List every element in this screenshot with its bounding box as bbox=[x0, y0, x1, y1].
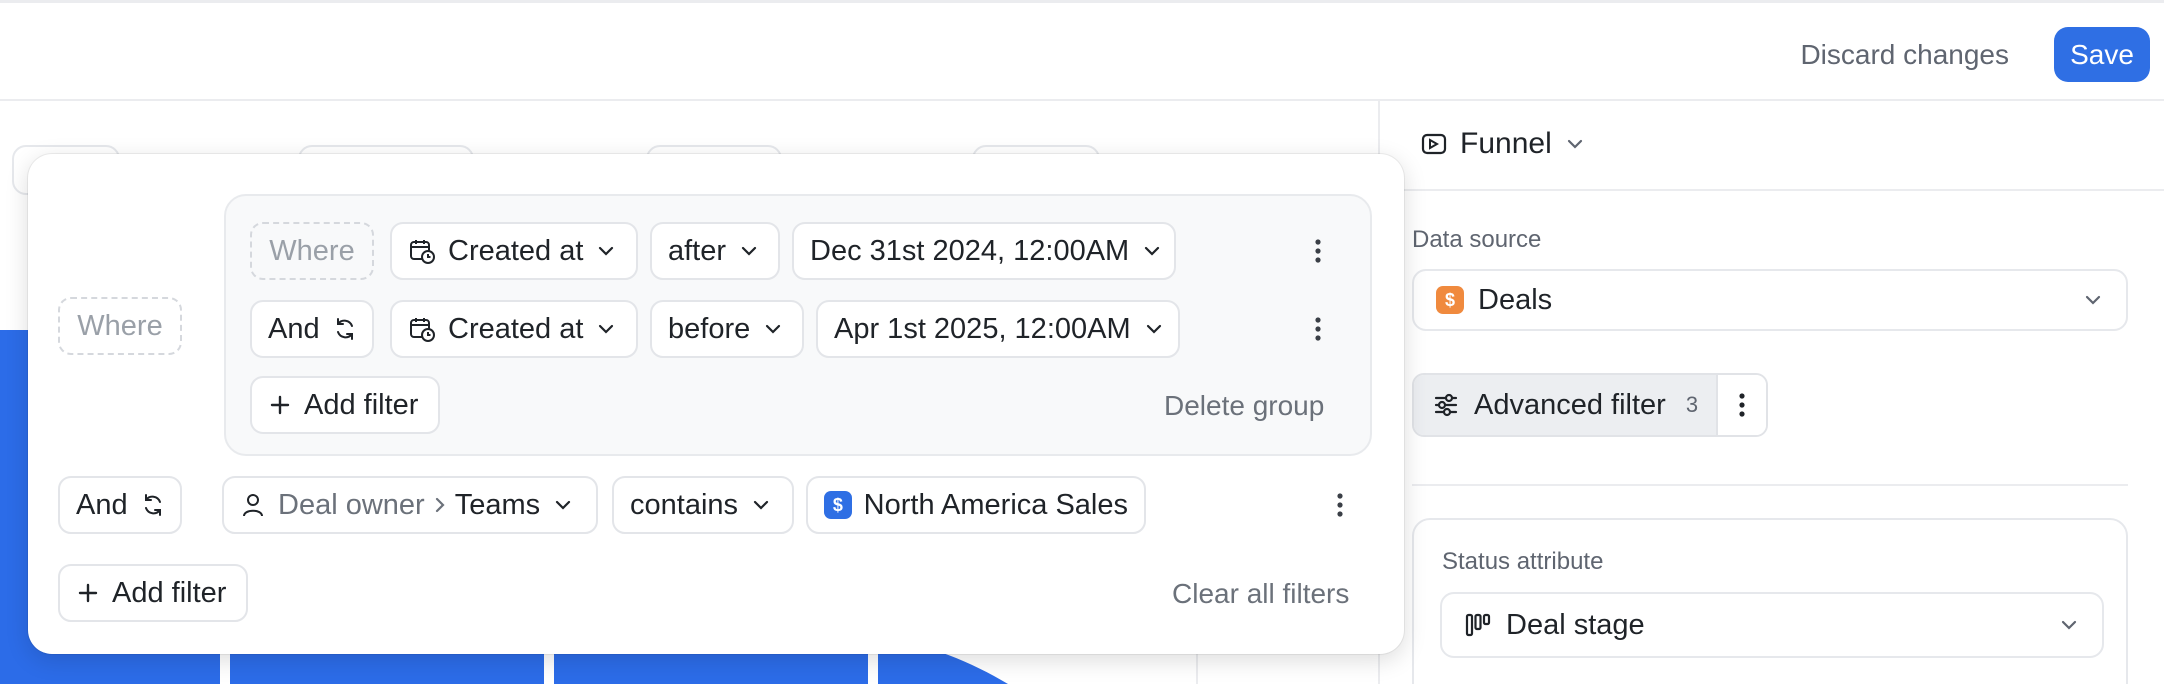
divider bbox=[1412, 484, 2128, 486]
operator-select-contains[interactable]: contains bbox=[612, 476, 794, 534]
filter-group: Where Created at after Dec 31st 2024, 12… bbox=[224, 194, 1372, 456]
view-type-selector[interactable]: Funnel bbox=[1420, 127, 1586, 161]
deals-icon: $ bbox=[1436, 286, 1464, 314]
date-value-select[interactable]: Dec 31st 2024, 12:00AM bbox=[792, 222, 1176, 280]
attribute-select-deal-owner-teams[interactable]: Deal owner Teams bbox=[222, 476, 598, 534]
operator-select-before[interactable]: before bbox=[650, 300, 804, 358]
chevron-right-icon bbox=[433, 494, 447, 516]
divider bbox=[1380, 189, 2164, 191]
view-type-label: Funnel bbox=[1460, 127, 1552, 160]
attribute-parent-label: Deal owner bbox=[278, 488, 425, 521]
chevron-down-icon bbox=[1143, 318, 1165, 340]
clear-all-filters-button[interactable]: Clear all filters bbox=[1172, 578, 1349, 610]
operator-label: after bbox=[668, 234, 727, 267]
add-filter-label: Add filter bbox=[304, 388, 419, 421]
chevron-down-icon bbox=[595, 318, 617, 340]
advanced-filter-label: Advanced filter bbox=[1474, 388, 1666, 421]
team-value: North America Sales bbox=[863, 488, 1128, 521]
add-filter-label: Add filter bbox=[112, 576, 227, 609]
connector-toggle-and[interactable]: And bbox=[58, 476, 182, 534]
top-bar: Discard changes Save bbox=[0, 0, 2164, 101]
group-add-filter-button[interactable]: Add filter bbox=[250, 376, 440, 434]
team-icon: $ bbox=[824, 491, 852, 519]
team-value-chip[interactable]: $ North America Sales bbox=[806, 476, 1146, 534]
data-source-label: Data source bbox=[1412, 226, 1542, 253]
chevron-down-icon bbox=[552, 494, 574, 516]
discard-changes-button[interactable]: Discard changes bbox=[1788, 30, 2021, 80]
add-filter-button[interactable]: Add filter bbox=[58, 564, 248, 622]
row-options-button[interactable] bbox=[1328, 485, 1352, 525]
chevron-down-icon bbox=[2082, 289, 2104, 311]
operator-label: contains bbox=[630, 488, 739, 521]
advanced-filter-main[interactable]: Advanced filter 3 bbox=[1414, 375, 1717, 435]
kebab-icon bbox=[1337, 493, 1343, 517]
plus-icon bbox=[76, 581, 100, 605]
attribute-select-created-at[interactable]: Created at bbox=[390, 300, 638, 358]
calendar-clock-icon bbox=[408, 315, 436, 343]
status-attribute-select[interactable]: Deal stage bbox=[1440, 592, 2104, 658]
delete-group-button[interactable]: Delete group bbox=[1164, 390, 1324, 422]
date-value-select[interactable]: Apr 1st 2025, 12:00AM bbox=[816, 300, 1180, 358]
swap-icon bbox=[332, 316, 358, 342]
chevron-down-icon bbox=[762, 318, 784, 340]
attribute-select-created-at[interactable]: Created at bbox=[390, 222, 638, 280]
plus-icon bbox=[268, 393, 292, 417]
attribute-label: Created at bbox=[448, 234, 584, 267]
kebab-icon bbox=[1315, 239, 1321, 263]
person-icon bbox=[240, 492, 266, 518]
status-attribute-value: Deal stage bbox=[1506, 608, 1645, 641]
operator-select-after[interactable]: after bbox=[650, 222, 780, 280]
where-label: Where bbox=[250, 222, 374, 280]
operator-label: before bbox=[668, 312, 751, 345]
chevron-down-icon bbox=[595, 240, 617, 262]
filter-count-badge: 3 bbox=[1685, 392, 1699, 417]
chevron-down-icon bbox=[738, 240, 760, 262]
data-source-value: Deals bbox=[1478, 283, 1553, 316]
date-value: Dec 31st 2024, 12:00AM bbox=[810, 234, 1130, 267]
kebab-icon bbox=[1315, 317, 1321, 341]
attribute-child-label: Teams bbox=[454, 488, 541, 521]
chevron-down-icon bbox=[1141, 240, 1163, 262]
stages-icon bbox=[1464, 611, 1492, 639]
status-attribute-card: Status attribute Deal stage bbox=[1412, 518, 2128, 684]
kebab-icon bbox=[1739, 393, 1745, 417]
chevron-down-icon bbox=[1564, 133, 1586, 155]
advanced-filter-button[interactable]: Advanced filter 3 bbox=[1412, 373, 1769, 437]
more-options-button[interactable] bbox=[1716, 375, 1767, 435]
save-button[interactable]: Save bbox=[2054, 27, 2150, 82]
swap-icon bbox=[140, 492, 166, 518]
row-options-button[interactable] bbox=[1306, 309, 1330, 349]
connector-toggle-and[interactable]: And bbox=[250, 300, 374, 358]
chevron-down-icon bbox=[750, 494, 772, 516]
status-attribute-label: Status attribute bbox=[1442, 548, 1604, 575]
sliders-icon bbox=[1432, 391, 1460, 419]
filter-popover: Where Where Created at after Dec 31st 20… bbox=[28, 154, 1404, 654]
attribute-label: Created at bbox=[448, 312, 584, 345]
connector-label: And bbox=[76, 488, 128, 521]
funnel-icon bbox=[1420, 130, 1448, 158]
where-label: Where bbox=[58, 297, 182, 355]
connector-label: And bbox=[268, 312, 320, 345]
row-options-button[interactable] bbox=[1306, 231, 1330, 271]
chevron-down-icon bbox=[2058, 614, 2080, 636]
settings-panel: Funnel Data source $ Deals Advanced filt… bbox=[1380, 101, 2164, 684]
data-source-select[interactable]: $ Deals bbox=[1412, 269, 2128, 331]
calendar-clock-icon bbox=[408, 237, 436, 265]
date-value: Apr 1st 2025, 12:00AM bbox=[834, 312, 1131, 345]
